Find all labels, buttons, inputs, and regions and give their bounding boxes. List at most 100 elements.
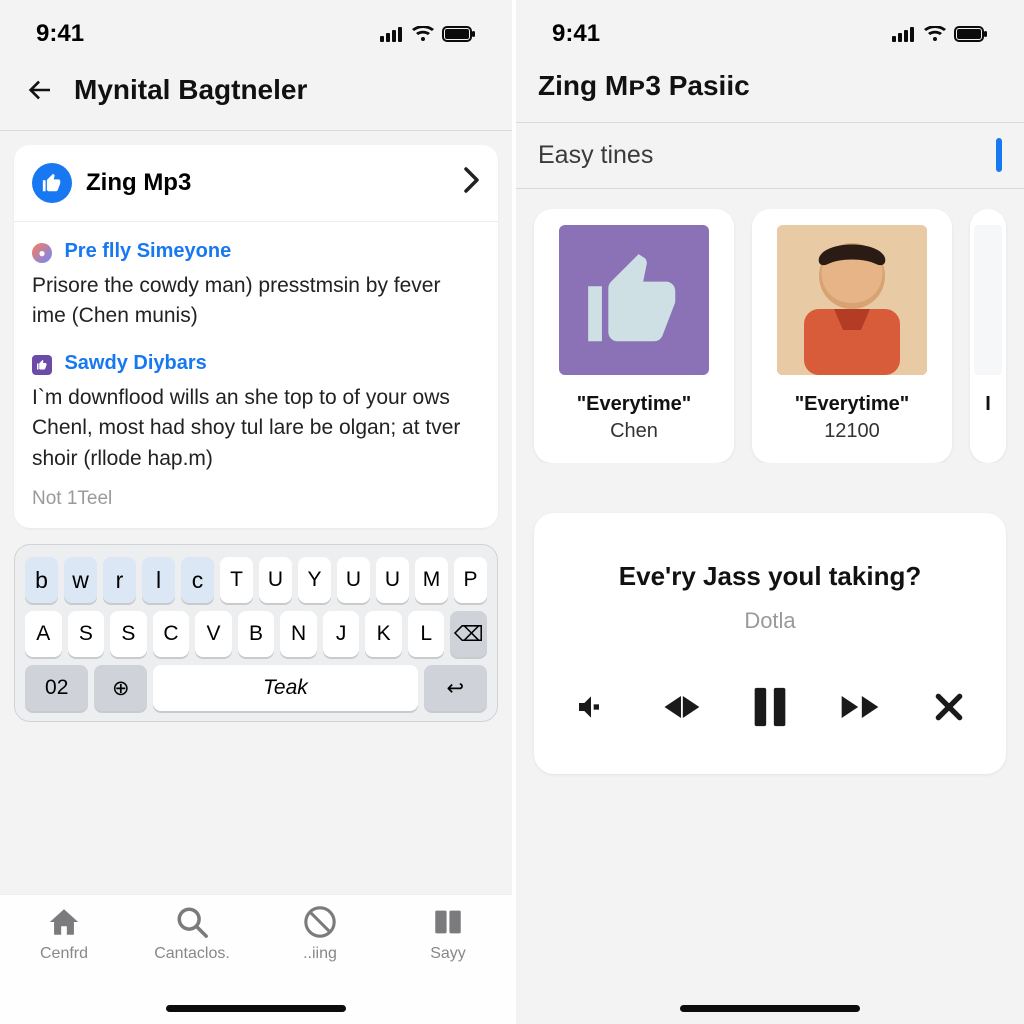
tab-search[interactable]: Cantaclos.	[137, 905, 247, 1018]
content: Zing Mp3 ● Pre flly Simeyone Prisore the…	[0, 145, 512, 894]
keyboard: b w r l c T U Y U U M P A S S C V B N	[14, 544, 498, 722]
track-artist: Dotla	[556, 608, 984, 634]
close-button[interactable]	[922, 680, 976, 734]
home-indicator	[166, 1005, 346, 1012]
key[interactable]: P	[454, 557, 487, 603]
tile-thumb	[974, 225, 1002, 375]
right-screen: 9:41 Zing Mᴘ3 Pasiic Easy tines "Everyti…	[512, 0, 1024, 1024]
skip-back-icon	[659, 685, 703, 729]
app-row-title: Zing Mp3	[86, 169, 450, 197]
numbers-key[interactable]: 02	[25, 665, 88, 711]
tiles-carousel[interactable]: "Everytime" Chen "Everytime" 12100 I	[516, 209, 1024, 463]
key[interactable]: Y	[298, 557, 331, 603]
status-time: 9:41	[36, 20, 84, 48]
status-icons	[380, 26, 476, 42]
feed-footer: Not 1Teel	[32, 488, 480, 510]
key[interactable]: L	[408, 611, 445, 657]
divider	[516, 188, 1024, 189]
keyboard-row: A S S C V B N J K L ⌫	[25, 611, 487, 657]
feed-item-body: I`m downflood wills an she top to of you…	[32, 383, 480, 474]
tab-activity[interactable]: ..iing	[265, 905, 375, 1018]
key[interactable]: B	[238, 611, 275, 657]
tab-label: ..iing	[303, 945, 337, 963]
tile-title: I	[974, 393, 1002, 416]
speaker-icon	[575, 691, 607, 723]
key[interactable]: K	[365, 611, 402, 657]
like-square-icon	[32, 355, 52, 375]
key[interactable]: A	[25, 611, 62, 657]
backspace-key[interactable]: ⌫	[450, 611, 487, 657]
chevron-right-icon	[464, 167, 480, 200]
key[interactable]: r	[103, 557, 136, 603]
eraser-icon	[996, 138, 1002, 172]
key[interactable]: C	[153, 611, 190, 657]
tab-library[interactable]: Sayy	[393, 905, 503, 1018]
key[interactable]: N	[280, 611, 317, 657]
thumbs-up-icon	[36, 359, 48, 371]
tile-thumb	[559, 225, 709, 375]
status-time: 9:41	[552, 20, 600, 48]
space-key[interactable]: Teak	[153, 665, 417, 711]
home-indicator	[680, 1005, 860, 1012]
prev-button[interactable]	[654, 680, 708, 734]
track-tile[interactable]: "Everytime" Chen	[534, 209, 734, 463]
play-pause-button[interactable]	[743, 680, 797, 734]
search-icon	[175, 905, 209, 939]
status-bar: 9:41	[0, 0, 512, 54]
edit-button[interactable]	[996, 141, 1002, 170]
key[interactable]: w	[64, 557, 97, 603]
tab-label: Sayy	[430, 945, 466, 963]
nav-bar: Mynital Bagtneler	[0, 54, 512, 130]
avatar-icon: ●	[32, 243, 52, 263]
key[interactable]: c	[181, 557, 214, 603]
left-screen: 9:41 Mynital Bagtneler Zing Mp3	[0, 0, 512, 1024]
key[interactable]: S	[110, 611, 147, 657]
next-button[interactable]	[833, 680, 887, 734]
key[interactable]: J	[323, 611, 360, 657]
now-playing-card: Eve'ry Jass youl taking? Dotla	[534, 513, 1006, 774]
person-icon	[777, 225, 927, 375]
thumbs-up-icon	[579, 245, 689, 355]
tab-label: Cantaclos.	[154, 945, 230, 963]
wifi-icon	[924, 26, 946, 42]
nav-bar: Zing Mᴘ3 Pasiic	[516, 54, 1024, 122]
section-header: Easy tines	[516, 137, 1024, 188]
tile-title: "Everytime"	[548, 393, 720, 416]
status-icons	[892, 26, 988, 42]
feed-item-label: Pre flly Simeyone	[64, 240, 231, 262]
feed-item[interactable]: ● Pre flly Simeyone Prisore the cowdy ma…	[32, 240, 480, 332]
feed-item-body: Prisore the cowdy man) presstmsin by fev…	[32, 271, 480, 332]
key[interactable]: T	[220, 557, 253, 603]
close-icon	[933, 691, 965, 723]
tile-sub: 12100	[766, 420, 938, 443]
back-button[interactable]	[20, 70, 60, 110]
like-icon	[32, 163, 72, 203]
key[interactable]: U	[376, 557, 409, 603]
app-row[interactable]: Zing Mp3	[32, 163, 480, 203]
library-icon	[431, 905, 465, 939]
key[interactable]: b	[25, 557, 58, 603]
key[interactable]: l	[142, 557, 175, 603]
tile-title: "Everytime"	[766, 393, 938, 416]
tab-bar: Cenfrd Cantaclos. ..iing Sayy	[0, 894, 512, 1024]
cellular-icon	[892, 26, 916, 42]
feed-item-label: Sawdy Diybars	[64, 352, 206, 374]
track-tile[interactable]: I	[970, 209, 1006, 463]
key[interactable]: U	[337, 557, 370, 603]
key[interactable]: S	[68, 611, 105, 657]
key[interactable]: V	[195, 611, 232, 657]
feed-item[interactable]: Sawdy Diybars I`m downflood wills an she…	[32, 352, 480, 474]
battery-icon	[954, 26, 988, 42]
globe-key[interactable]: ⊕	[94, 665, 147, 711]
shuffle-button[interactable]	[564, 680, 618, 734]
divider	[516, 122, 1024, 123]
keyboard-row: b w r l c T U Y U U M P	[25, 557, 487, 603]
return-key[interactable]: ↩	[424, 665, 487, 711]
pause-icon	[747, 681, 793, 733]
key[interactable]: M	[415, 557, 448, 603]
status-bar: 9:41	[516, 0, 1024, 54]
divider	[14, 221, 498, 222]
tab-home[interactable]: Cenfrd	[9, 905, 119, 1018]
track-tile[interactable]: "Everytime" 12100	[752, 209, 952, 463]
key[interactable]: U	[259, 557, 292, 603]
